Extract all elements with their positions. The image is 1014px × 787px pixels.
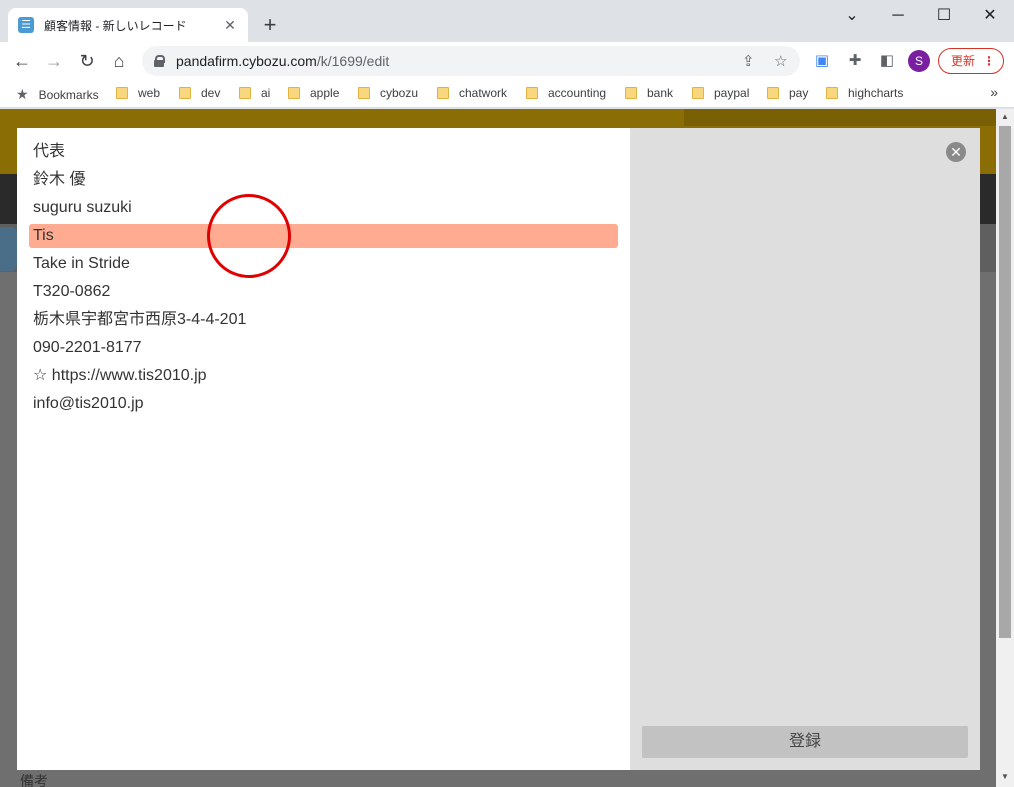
bookmark-folder-label: dev — [201, 86, 221, 100]
url-path: /k/1699/edit — [316, 53, 390, 69]
folder-icon — [826, 87, 838, 99]
bookmark-folder-label: chatwork — [459, 86, 508, 100]
browser-tab[interactable]: ☰ 顧客情報 - 新しいレコード ✕ — [8, 8, 248, 42]
url-text: pandafirm.cybozu.com/k/1699/edit — [176, 53, 389, 69]
field-mapping-panel: ✕ 登録 — [630, 128, 980, 770]
tab-search-button[interactable]: ⌄ — [829, 4, 875, 30]
update-label: 更新 — [951, 54, 976, 68]
extension-capture-icon[interactable]: ▣ — [812, 51, 832, 69]
close-modal-icon[interactable]: ✕ — [946, 142, 966, 162]
url-host: pandafirm.cybozu.com — [176, 53, 317, 69]
bookmark-folder[interactable]: pay — [767, 86, 808, 100]
bookmarks-manager[interactable]: ★ Bookmarks — [16, 86, 99, 103]
bookmark-folder[interactable]: bank — [625, 86, 673, 100]
folder-icon — [692, 87, 704, 99]
share-icon[interactable]: ⇪ — [742, 52, 755, 70]
folder-icon — [179, 87, 191, 99]
ocr-text-item[interactable]: 代表 — [29, 140, 618, 164]
kintone-app-icon: ☰ — [18, 17, 34, 33]
app-menu-icon — [0, 227, 17, 271]
bookmark-folder-label: cybozu — [380, 86, 419, 100]
bookmark-folder-label: pay — [789, 86, 809, 100]
scroll-thumb[interactable] — [999, 126, 1011, 638]
lock-icon[interactable] — [154, 55, 165, 67]
tab-title: 顧客情報 - 新しいレコード — [44, 18, 187, 33]
page-scrollbar[interactable]: ▲ ▼ — [996, 109, 1014, 787]
ocr-text-item[interactable]: info@tis2010.jp — [29, 392, 618, 416]
ocr-text-item[interactable]: ☆ https://www.tis2010.jp — [29, 364, 618, 388]
bookmark-folder[interactable]: ai — [239, 86, 270, 100]
side-panel-icon[interactable]: ◧ — [877, 51, 897, 69]
folder-icon — [767, 87, 779, 99]
field-label-notes: 備考 — [20, 773, 48, 787]
bookmark-folder[interactable]: apple — [288, 86, 339, 100]
scroll-down-icon[interactable]: ▼ — [996, 769, 1014, 785]
ocr-text-list: 代表 鈴木 優 suguru suzuki Tis Take in Stride… — [29, 140, 618, 420]
bookmark-folder[interactable]: chatwork — [437, 86, 507, 100]
folder-icon — [288, 87, 300, 99]
ocr-text-item[interactable]: suguru suzuki — [29, 196, 618, 220]
bookmark-folder-label: bank — [647, 86, 674, 100]
ocr-text-item[interactable]: 鈴木 優 — [29, 168, 618, 192]
scroll-up-icon[interactable]: ▲ — [996, 109, 1014, 125]
browser-toolbar: ← → ↻ ⌂ pandafirm.cybozu.com/k/1699/edit… — [0, 42, 1014, 80]
address-bar[interactable]: pandafirm.cybozu.com/k/1699/edit ⇪ ☆ — [142, 46, 800, 76]
folder-icon — [526, 87, 538, 99]
bookmarks-label: Bookmarks — [38, 87, 99, 102]
menu-dots-icon: ⋮ — [983, 54, 995, 68]
folder-icon — [239, 87, 251, 99]
bookmark-folder[interactable]: web — [116, 86, 160, 100]
bookmark-folder-label: highcharts — [848, 86, 904, 100]
folder-icon — [358, 87, 370, 99]
bookmark-folder[interactable]: cybozu — [358, 86, 418, 100]
bookmark-folder-label: paypal — [714, 86, 750, 100]
home-button[interactable]: ⌂ — [106, 49, 132, 73]
maximize-button[interactable]: ☐ — [921, 4, 967, 30]
register-button[interactable]: 登録 — [642, 726, 968, 758]
bookmark-folder-label: accounting — [548, 86, 607, 100]
update-button[interactable]: 更新 ⋮ — [938, 48, 1004, 74]
ocr-text-panel: 代表 鈴木 優 suguru suzuki Tis Take in Stride… — [17, 128, 630, 770]
ocr-text-item[interactable]: Take in Stride — [29, 252, 618, 276]
reload-button[interactable]: ↻ — [74, 49, 100, 73]
forward-button[interactable]: → — [41, 49, 67, 73]
minimize-button[interactable]: ─ — [875, 4, 921, 30]
bookmark-folder-label: web — [138, 86, 161, 100]
folder-icon — [437, 87, 449, 99]
app-header-accent — [684, 109, 996, 126]
bookmark-folder[interactable]: highcharts — [826, 86, 903, 100]
ocr-text-item[interactable]: 栃木県宇都宮市西原3-4-4-201 — [29, 308, 618, 332]
star-icon: ★ — [16, 86, 29, 102]
close-window-button[interactable]: ✕ — [967, 4, 1013, 30]
folder-icon — [625, 87, 637, 99]
bookmark-folder[interactable]: dev — [179, 86, 220, 100]
extensions-puzzle-icon[interactable]: ✚ — [845, 51, 865, 69]
bookmark-folder-label: apple — [310, 86, 340, 100]
ocr-text-item[interactable]: T320-0862 — [29, 280, 618, 304]
profile-avatar[interactable]: S — [908, 50, 930, 72]
bookmark-folder[interactable]: accounting — [526, 86, 606, 100]
back-button[interactable]: ← — [9, 49, 35, 73]
new-tab-button[interactable]: + — [260, 12, 280, 38]
tab-close-icon[interactable]: ✕ — [222, 17, 238, 34]
more-bookmarks-icon[interactable]: » — [990, 84, 998, 100]
browser-titlebar: ☰ 顧客情報 - 新しいレコード ✕ + ⌄ ─ ☐ ✕ — [0, 0, 1014, 42]
ocr-text-item[interactable]: 090-2201-8177 — [29, 336, 618, 360]
bookmarks-bar: ★ Bookmarks web dev ai apple cybozu chat… — [0, 80, 1014, 108]
bookmark-folder-label: ai — [261, 86, 271, 100]
ocr-result-modal: 代表 鈴木 優 suguru suzuki Tis Take in Stride… — [17, 128, 980, 770]
folder-icon — [116, 87, 128, 99]
bookmark-star-icon[interactable]: ☆ — [774, 52, 787, 70]
ocr-text-item-selected[interactable]: Tis — [29, 224, 618, 248]
bookmark-folder[interactable]: paypal — [692, 86, 749, 100]
